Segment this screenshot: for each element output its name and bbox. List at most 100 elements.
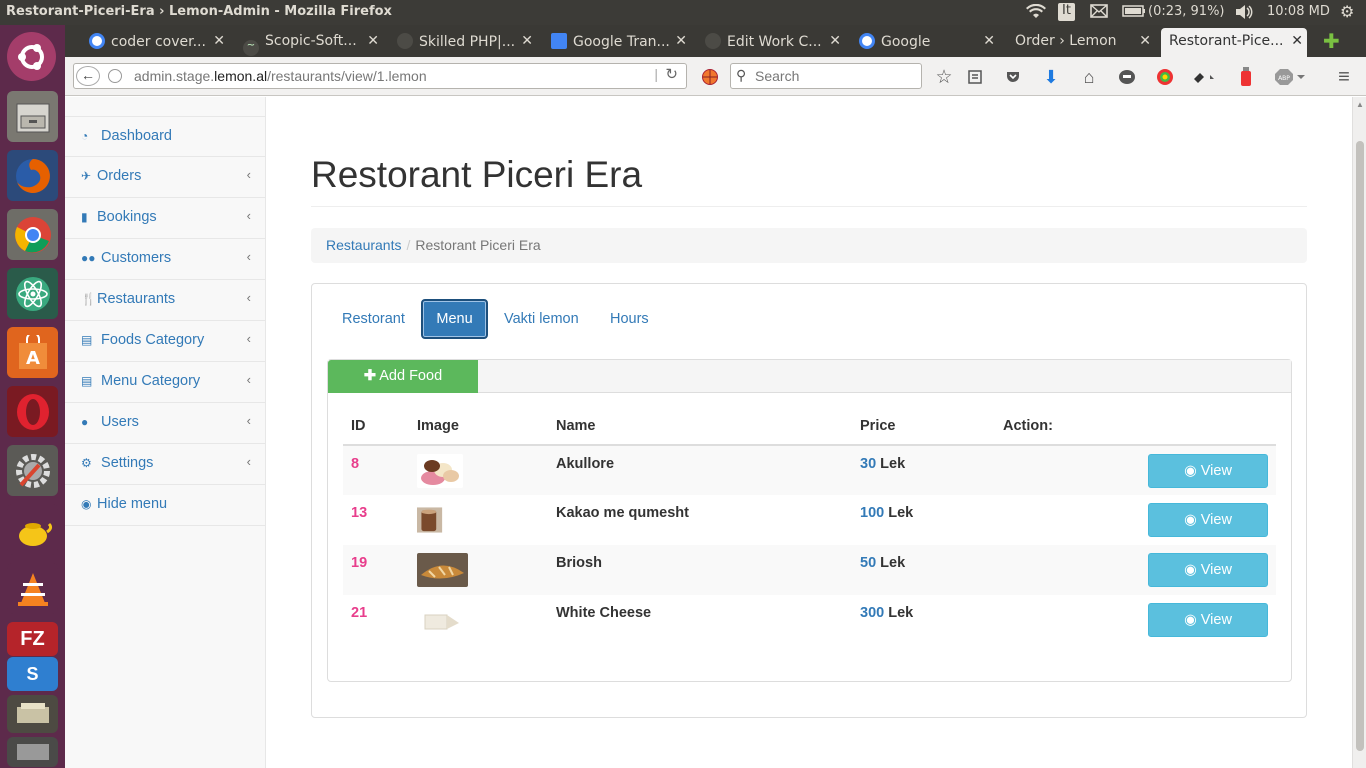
sidebar-item-menu-category[interactable]: ▤ Menu Category ‹: [65, 362, 265, 403]
software-center-icon[interactable]: A: [7, 327, 58, 378]
browser-tab[interactable]: Order › Lemon ✕: [1015, 28, 1155, 57]
list-icon: ▤: [81, 374, 93, 388]
bug-addon-icon[interactable]: [1187, 64, 1221, 90]
eye-slash-icon: ◉: [81, 497, 92, 511]
close-tab-icon[interactable]: ✕: [367, 33, 379, 49]
wifi-icon[interactable]: [1026, 3, 1046, 24]
google-icon: [89, 33, 105, 49]
files-icon[interactable]: [7, 91, 58, 142]
view-button[interactable]: ◉ View: [1148, 603, 1268, 637]
sidebar-item-users[interactable]: ● Users ‹: [65, 403, 265, 444]
food-image-cocoa: [417, 507, 443, 533]
browser-tab[interactable]: coder cover... ✕: [89, 28, 229, 57]
filezilla-icon[interactable]: FZ: [7, 622, 58, 656]
price-currency: Lek: [880, 555, 906, 571]
scrollbar-thumb[interactable]: [1356, 141, 1364, 751]
view-button[interactable]: ◉ View: [1148, 553, 1268, 587]
column-header-price: Price: [852, 407, 995, 446]
column-header-image: Image: [409, 407, 548, 446]
title-divider: [311, 206, 1307, 207]
upwork-icon: ~: [243, 40, 259, 56]
ball-addon-icon[interactable]: [697, 64, 723, 90]
svg-text:A: A: [26, 348, 40, 369]
food-image-cell: [409, 545, 548, 595]
home-icon[interactable]: ⌂: [1076, 64, 1102, 90]
vlc-icon[interactable]: [7, 563, 58, 614]
sidebar-item-orders[interactable]: ✈ Orders ‹: [65, 157, 265, 198]
menu-panel-heading: ✚ Add Food: [328, 360, 1291, 393]
tab-restorant[interactable]: Restorant: [327, 299, 420, 339]
sidebar-item-bookings[interactable]: ▮ Bookings ‹: [65, 198, 265, 239]
download-icon[interactable]: ⬇: [1038, 64, 1064, 90]
sidebar-item-dashboard[interactable]: ◔ Dashboard: [65, 116, 265, 157]
scanner-icon[interactable]: [7, 695, 58, 733]
tab-hours[interactable]: Hours: [595, 299, 664, 339]
browser-tab[interactable]: Skilled PHP|... ✕: [397, 28, 537, 57]
mail-icon[interactable]: [1090, 4, 1108, 22]
power-gear-icon[interactable]: ⚙: [1340, 2, 1354, 21]
view-button[interactable]: ◉ View: [1148, 454, 1268, 488]
new-tab-plus-icon[interactable]: ✚: [1323, 28, 1345, 57]
food-image-cell: [409, 595, 548, 645]
sidebar-item-hide-menu[interactable]: ◉ Hide menu: [65, 485, 265, 526]
browser-tab[interactable]: Google Tran... ✕: [551, 28, 691, 57]
food-id: 13: [351, 505, 368, 521]
bottle-addon-icon[interactable]: [1233, 64, 1259, 90]
close-tab-icon[interactable]: ✕: [983, 33, 995, 49]
ubuntu-dash-icon[interactable]: [7, 32, 56, 81]
chevron-left-icon: ‹: [246, 167, 251, 182]
disk-icon[interactable]: [7, 737, 58, 767]
menu-table: ID Image Name Price Action: 8 Akullore 3…: [343, 407, 1276, 645]
chat-addon-icon[interactable]: [1114, 64, 1140, 90]
eye-icon: ◉: [1184, 612, 1197, 628]
system-settings-icon[interactable]: [7, 445, 58, 496]
sidebar-item-settings[interactable]: ⚙ Settings ‹: [65, 444, 265, 485]
search-input[interactable]: ⚲ Search: [730, 63, 922, 89]
unity-launcher: A FZ S: [0, 25, 65, 768]
close-tab-icon[interactable]: ✕: [675, 33, 687, 49]
hamburger-menu-icon[interactable]: ≡: [1331, 64, 1357, 90]
firefox-icon[interactable]: [7, 150, 58, 201]
keyboard-layout-indicator[interactable]: It: [1058, 3, 1075, 21]
colorful-addon-icon[interactable]: [1152, 64, 1178, 90]
teapot-app-icon[interactable]: [7, 504, 58, 555]
eye-icon: ◉: [1184, 463, 1197, 479]
url-path: /restaurants/view/1.lemon: [267, 68, 427, 84]
browser-tab-active[interactable]: Restorant-Pice... ✕: [1161, 28, 1307, 57]
sidebar-item-foods-category[interactable]: ▤ Foods Category ‹: [65, 321, 265, 362]
close-tab-icon[interactable]: ✕: [1291, 33, 1303, 49]
close-tab-icon[interactable]: ✕: [521, 33, 533, 49]
scroll-up-arrow-icon[interactable]: ▲: [1356, 100, 1364, 109]
page-scrollbar[interactable]: ▲: [1352, 97, 1366, 768]
view-button[interactable]: ◉ View: [1148, 503, 1268, 537]
skype-icon[interactable]: S: [7, 657, 58, 691]
adblock-icon[interactable]: ABP: [1273, 64, 1307, 90]
browser-tab[interactable]: Google ✕: [859, 28, 999, 57]
price-value: 300: [860, 605, 885, 621]
pocket-icon[interactable]: [1000, 64, 1026, 90]
battery-icon[interactable]: [1122, 4, 1146, 22]
reading-list-icon[interactable]: [962, 64, 988, 90]
tab-vakti-lemon[interactable]: Vakti lemon: [489, 299, 594, 339]
opera-icon[interactable]: [7, 386, 58, 437]
action-cell: ◉ View: [995, 445, 1276, 495]
bookmark-star-icon[interactable]: ☆: [931, 64, 957, 90]
browser-tab[interactable]: Edit Work C... ✕: [705, 28, 845, 57]
price-value: 50: [860, 555, 877, 571]
volume-icon[interactable]: [1234, 4, 1254, 24]
atom-icon[interactable]: [7, 268, 58, 319]
back-arrow-icon[interactable]: ←: [76, 66, 100, 86]
reload-icon[interactable]: ↻: [665, 65, 678, 83]
sidebar-item-restaurants[interactable]: 🍴Restaurants ‹: [65, 280, 265, 321]
clock[interactable]: 10:08 MD: [1267, 4, 1330, 19]
close-tab-icon[interactable]: ✕: [213, 33, 225, 49]
close-tab-icon[interactable]: ✕: [1139, 33, 1151, 49]
browser-tab[interactable]: ~ Scopic-Soft... ✕: [243, 28, 383, 57]
add-food-button[interactable]: ✚ Add Food: [328, 360, 478, 393]
tab-menu[interactable]: Menu: [421, 299, 488, 339]
chrome-icon[interactable]: [7, 209, 58, 260]
url-bar[interactable]: ← admin.stage.lemon.al/restaurants/view/…: [73, 63, 687, 89]
close-tab-icon[interactable]: ✕: [829, 33, 841, 49]
sidebar-item-customers[interactable]: ●● Customers ‹: [65, 239, 265, 280]
breadcrumb-link-restaurants[interactable]: Restaurants: [326, 237, 401, 253]
